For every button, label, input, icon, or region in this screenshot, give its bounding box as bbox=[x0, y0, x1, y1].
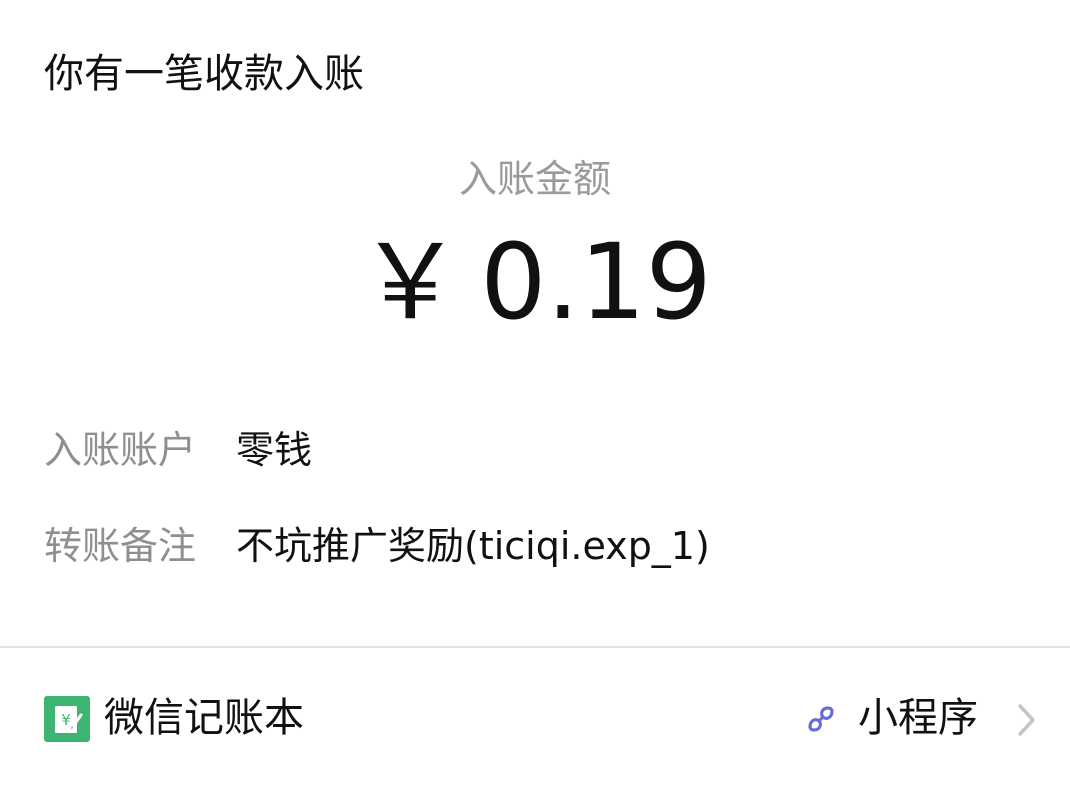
currency-symbol: ￥ bbox=[358, 221, 463, 343]
mini-program-icon bbox=[802, 700, 840, 738]
payment-notification-card: 你有一笔收款入账 入账金额 ￥ 0.19 入账账户 零钱 转账备注 不坑推广奖励(ti… bbox=[0, 0, 1070, 787]
amount-display: ￥ 0.19 bbox=[0, 222, 1070, 342]
svg-text:¥: ¥ bbox=[61, 711, 71, 729]
amount-label: 入账金额 bbox=[458, 157, 611, 201]
app-name: 微信记账本 bbox=[104, 695, 304, 741]
note-row: 转账备注 不坑推广奖励(ticiqi.exp_1) bbox=[44, 520, 710, 572]
page-title: 你有一笔收款入账 bbox=[44, 51, 364, 97]
note-value: 不坑推广奖励(ticiqi.exp_1) bbox=[236, 524, 710, 568]
account-label: 入账账户 bbox=[44, 428, 197, 472]
mini-program-entry[interactable]: ¥ 微信记账本 小程序 bbox=[0, 648, 1070, 787]
amount-value: 0.19 bbox=[480, 221, 712, 343]
note-label: 转账备注 bbox=[44, 524, 197, 568]
ledger-icon: ¥ bbox=[44, 696, 90, 742]
account-row: 入账账户 零钱 bbox=[44, 424, 312, 476]
mini-program-label: 小程序 bbox=[858, 695, 978, 741]
account-value: 零钱 bbox=[236, 428, 313, 472]
chevron-right-icon bbox=[1012, 700, 1042, 740]
